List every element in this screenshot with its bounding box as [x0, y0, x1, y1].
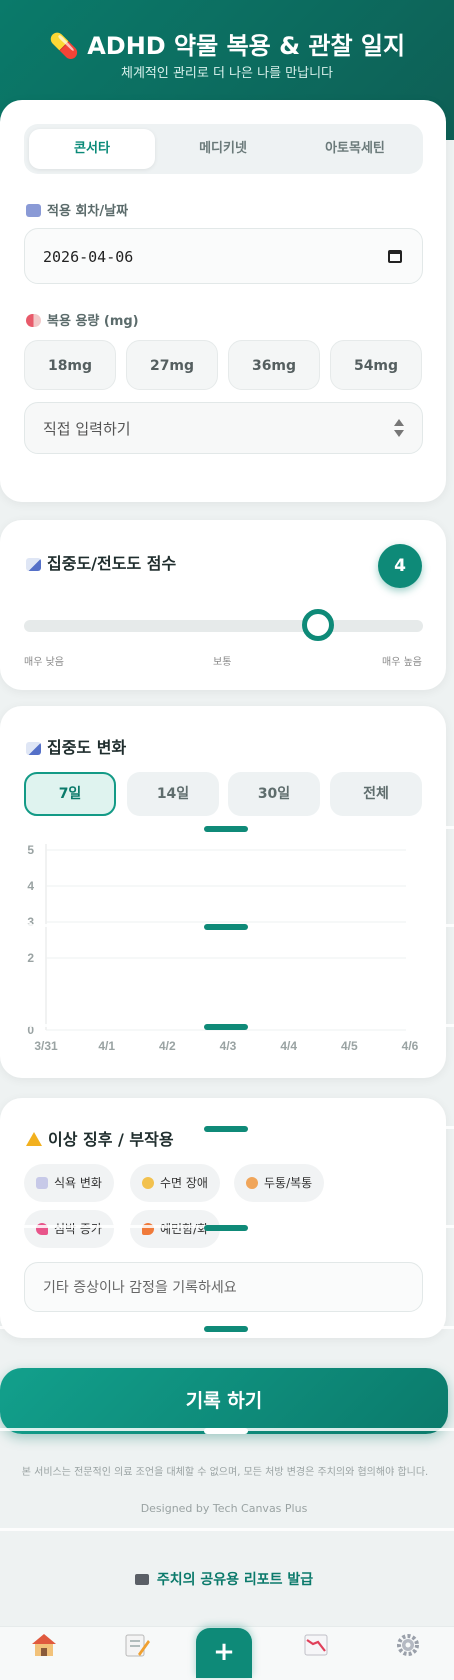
render-tag [204, 1225, 248, 1231]
focus-score-card: 집중도/전도도 점수 4 매우 낮음 보통 매우 높음 [0, 520, 446, 690]
gear-icon [397, 1634, 419, 1656]
calendar-picker-icon[interactable] [388, 250, 402, 263]
custom-dose-input[interactable]: 직접 입력하기 [24, 402, 423, 454]
focus-slider-thumb[interactable] [302, 609, 335, 641]
dose-option-54[interactable]: 54mg [330, 340, 422, 390]
camera-icon [134, 1574, 149, 1585]
chip-heart-rate[interactable]: 심박 증가 [24, 1210, 114, 1248]
render-tag [204, 1326, 248, 1332]
render-tag [204, 1024, 248, 1030]
warning-icon [26, 1132, 42, 1146]
render-tag [204, 1428, 248, 1434]
chart-down-icon [304, 1634, 328, 1656]
moon-icon [142, 1177, 154, 1189]
scale-high-label: 매우 높음 [382, 657, 422, 668]
nav-home[interactable] [24, 1632, 64, 1668]
submit-record-label: 기록 하기 [185, 1390, 263, 1412]
dose-option-18[interactable]: 18mg [24, 340, 116, 390]
focus-score-title: 집중도/전도도 점수 [26, 550, 176, 574]
tab-atomoxetine[interactable]: 아토목세틴 [292, 129, 418, 169]
doctor-report-label: 주치의 공유용 리포트 발급 [156, 1572, 314, 1588]
app-subtitle: 체계적인 관리로 더 나은 나를 만납니다 [120, 66, 334, 81]
focus-slider-track[interactable] [24, 620, 423, 632]
chart-up-icon [26, 558, 41, 571]
submit-record-button[interactable]: 기록 하기 [0, 1368, 448, 1434]
tab-concerta[interactable]: 콘서타 [29, 129, 155, 169]
x-tick-label: 4/4 [280, 1039, 297, 1053]
x-tick-label: 4/2 [159, 1039, 176, 1053]
sick-face-icon [246, 1177, 258, 1189]
nav-settings[interactable] [388, 1632, 428, 1668]
symptom-note-placeholder: 기타 증상이나 감정을 기록하세요 [43, 1280, 237, 1296]
plus-icon: + [213, 1637, 235, 1667]
focus-score-value: 4 [378, 544, 422, 588]
render-tag [204, 1126, 248, 1132]
date-value: 2026-04-06 [43, 248, 134, 266]
medication-tabs: 콘서타 메디키넷 아토목세틴 [24, 124, 423, 174]
x-tick-label: 4/6 [402, 1039, 419, 1053]
render-tag [204, 826, 248, 832]
pill-icon [26, 314, 41, 327]
range-30d-button[interactable]: 30일 [228, 772, 320, 816]
chip-label: 식욕 변화 [54, 1176, 102, 1190]
range-7d-button[interactable]: 7일 [24, 772, 116, 816]
memo-icon [125, 1634, 150, 1657]
y-tick-label: 2 [27, 951, 34, 965]
x-tick-label: 4/5 [341, 1039, 358, 1053]
custom-dose-placeholder: 직접 입력하기 [43, 420, 131, 438]
spinner-icon[interactable] [394, 419, 404, 439]
chip-label: 두통/복통 [264, 1176, 313, 1190]
range-14d-button[interactable]: 14일 [127, 772, 219, 816]
credit-text: Designed by Tech Canvas Plus [140, 1502, 308, 1515]
medication-card: 콘서타 메디키넷 아토목세틴 적용 회차/날짜 2026-04-06 복용 용량… [0, 100, 446, 502]
home-icon [32, 1634, 56, 1656]
side-effects-title: 이상 징후 / 부작용 [26, 1126, 174, 1150]
side-effects-title-text: 이상 징후 / 부작용 [48, 1130, 174, 1149]
trend-title-text: 집중도 변화 [47, 738, 127, 757]
nav-memo[interactable] [116, 1632, 156, 1668]
date-input[interactable]: 2026-04-06 [24, 228, 423, 284]
render-band [0, 1528, 454, 1531]
trend-card: 집중도 변화 7일 14일 30일 전체 0 2 3 4 5 3/31 4/1 4/2 4/3 4… [0, 706, 446, 1078]
app-title: 💊 ADHD 약물 복용 & 관찰 일지 [48, 32, 406, 60]
y-tick-label: 4 [27, 879, 34, 893]
y-tick-label: 5 [27, 843, 34, 857]
scale-mid-label: 보통 [213, 657, 232, 668]
chart-up-icon [26, 742, 41, 755]
utensils-icon [36, 1177, 48, 1189]
dose-option-36[interactable]: 36mg [228, 340, 320, 390]
nav-stats[interactable] [296, 1632, 336, 1668]
x-tick-label: 4/1 [98, 1039, 115, 1053]
dose-label: 복용 용량 (mg) [26, 310, 139, 329]
date-label: 적용 회차/날짜 [26, 200, 128, 219]
chip-headache[interactable]: 두통/복통 [234, 1164, 325, 1202]
nav-add-button[interactable]: + [196, 1628, 252, 1678]
x-tick-label: 3/31 [34, 1039, 58, 1053]
focus-score-title-text: 집중도/전도도 점수 [47, 554, 177, 573]
render-tag [204, 924, 248, 930]
chip-appetite-change[interactable]: 식욕 변화 [24, 1164, 114, 1202]
disclaimer-text: 본 서비스는 전문적인 의료 조언을 대체할 수 없으며, 모든 처방 변경은 … [21, 1467, 429, 1478]
doctor-report-button[interactable]: 주치의 공유용 리포트 발급 [0, 1560, 448, 1600]
side-effects-card: 이상 징후 / 부작용 식욕 변화 수면 장애 두통/복통 심박 증가 예민함/… [0, 1098, 446, 1338]
tab-medikinet[interactable]: 메디키넷 [160, 129, 286, 169]
x-tick-label: 4/3 [220, 1039, 237, 1053]
trend-title: 집중도 변화 [26, 734, 126, 758]
chip-label: 수면 장애 [160, 1176, 208, 1190]
dose-label-text: 복용 용량 (mg) [47, 314, 139, 329]
symptom-note-input[interactable]: 기타 증상이나 감정을 기록하세요 [24, 1262, 423, 1312]
chip-sleep-disorder[interactable]: 수면 장애 [130, 1164, 220, 1202]
date-label-text: 적용 회차/날짜 [47, 204, 129, 219]
dose-option-27[interactable]: 27mg [126, 340, 218, 390]
range-all-button[interactable]: 전체 [330, 772, 422, 816]
scale-low-label: 매우 낮음 [24, 657, 64, 668]
calendar-icon [26, 204, 41, 217]
